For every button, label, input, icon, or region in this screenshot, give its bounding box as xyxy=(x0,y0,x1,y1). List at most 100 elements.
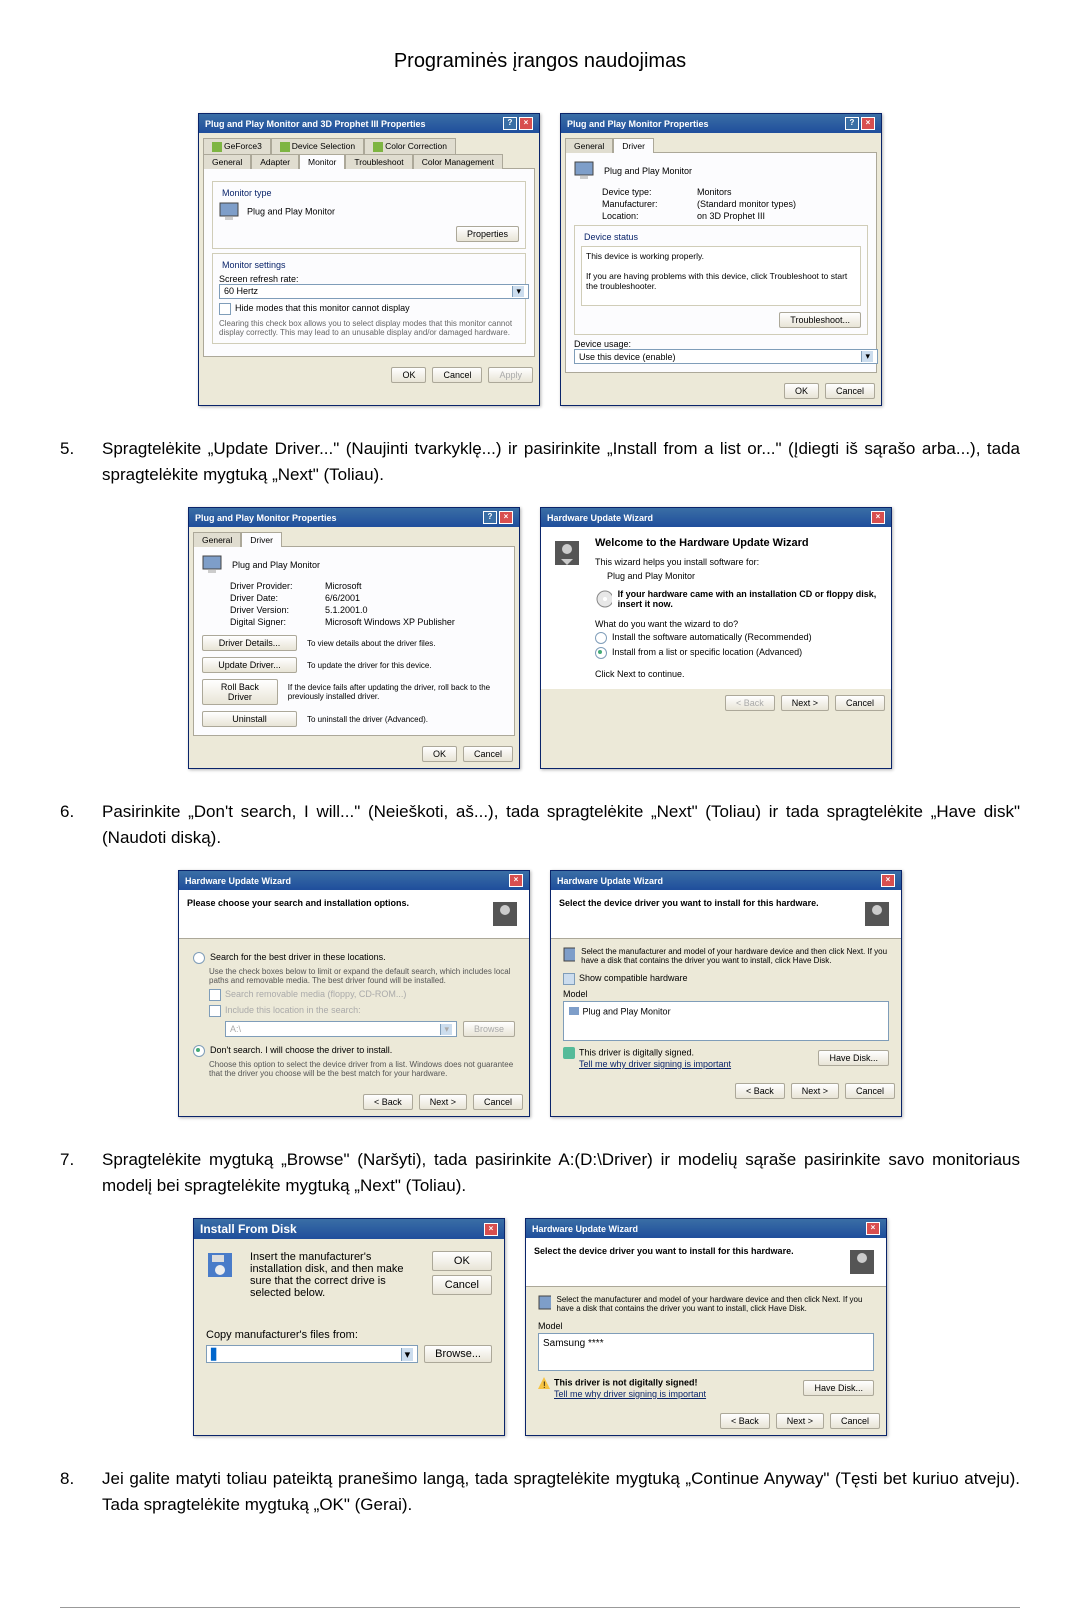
driver-details-button[interactable]: Driver Details... xyxy=(202,635,297,651)
signed-icon xyxy=(563,1047,575,1059)
hardware-wizard-welcome: Hardware Update Wizard× Welcome to the H… xyxy=(540,507,892,769)
back-button[interactable]: < Back xyxy=(363,1094,413,1110)
ok-button[interactable]: OK xyxy=(432,1251,492,1271)
tab-troubleshoot[interactable]: Troubleshoot xyxy=(345,154,412,169)
close-icon[interactable]: × xyxy=(881,874,895,887)
have-disk-button[interactable]: Have Disk... xyxy=(803,1380,874,1396)
model-list[interactable]: Plug and Play Monitor xyxy=(563,1001,889,1041)
step-text: Pasirinkite „Don't search, I will..." (N… xyxy=(102,799,1020,850)
update-desc: To update the driver for this device. xyxy=(307,661,432,670)
properties-button[interactable]: Properties xyxy=(456,226,519,242)
close-icon[interactable]: × xyxy=(509,874,523,887)
cancel-button[interactable]: Cancel xyxy=(432,367,482,383)
click-next-label: Click Next to continue. xyxy=(595,669,881,679)
close-icon[interactable]: × xyxy=(866,1222,880,1235)
titlebar: Plug and Play Monitor and 3D Prophet III… xyxy=(199,114,539,133)
ok-button[interactable]: OK xyxy=(784,383,819,399)
search-radio[interactable] xyxy=(193,952,205,964)
update-driver-button[interactable]: Update Driver... xyxy=(202,657,297,673)
tab-general[interactable]: General xyxy=(193,532,241,547)
cd-instruction: If your hardware came with an installati… xyxy=(618,589,881,609)
refresh-rate-select[interactable]: 60 Hertz▾ xyxy=(219,284,529,299)
close-icon[interactable]: × xyxy=(484,1223,498,1236)
model-list[interactable]: Samsung **** xyxy=(538,1333,874,1371)
monitor-settings-label: Monitor settings xyxy=(219,260,289,270)
close-icon[interactable]: × xyxy=(519,117,533,130)
search-options-dialog: Hardware Update Wizard× Please choose yo… xyxy=(178,870,530,1117)
back-button[interactable]: < Back xyxy=(720,1413,770,1429)
date-label: Driver Date: xyxy=(230,593,325,603)
include-location-checkbox xyxy=(209,1005,221,1017)
step-text: Jei galite matyti toliau pateiktą praneš… xyxy=(102,1466,1020,1517)
wizard-icon xyxy=(846,1246,878,1278)
hide-modes-checkbox[interactable] xyxy=(219,303,231,315)
location-label: Location: xyxy=(602,211,697,221)
search-desc: Use the check boxes below to limit or ex… xyxy=(209,967,515,985)
signing-link[interactable]: Tell me why driver signing is important xyxy=(554,1389,706,1399)
tab-geforce[interactable]: GeForce3 xyxy=(203,138,271,154)
troubleshoot-button[interactable]: Troubleshoot... xyxy=(779,312,861,328)
install-from-disk-dialog: Install From Disk× Insert the manufactur… xyxy=(193,1218,505,1436)
help-icon[interactable]: ? xyxy=(503,117,517,130)
tab-monitor[interactable]: Monitor xyxy=(299,154,345,169)
signing-link[interactable]: Tell me why driver signing is important xyxy=(579,1059,731,1069)
install-auto-radio[interactable] xyxy=(595,632,607,644)
tab-general[interactable]: General xyxy=(203,154,251,169)
dont-search-radio[interactable] xyxy=(193,1045,205,1057)
close-icon[interactable]: × xyxy=(871,511,885,524)
next-button[interactable]: Next > xyxy=(791,1083,839,1099)
tab-general[interactable]: General xyxy=(565,138,613,153)
cancel-button[interactable]: Cancel xyxy=(825,383,875,399)
close-icon[interactable]: × xyxy=(499,511,513,524)
help-icon[interactable]: ? xyxy=(483,511,497,524)
dont-search-label: Don't search. I will choose the driver t… xyxy=(210,1045,392,1055)
cancel-button[interactable]: Cancel xyxy=(432,1275,492,1295)
tab-color-management[interactable]: Color Management xyxy=(413,154,503,169)
uninstall-button[interactable]: Uninstall xyxy=(202,711,297,727)
ok-button[interactable]: OK xyxy=(391,367,426,383)
select-driver-dialog: Hardware Update Wizard× Select the devic… xyxy=(550,870,902,1117)
compatible-label: Show compatible hardware xyxy=(579,973,688,983)
back-button[interactable]: < Back xyxy=(725,695,775,711)
next-button[interactable]: Next > xyxy=(776,1413,824,1429)
cancel-button[interactable]: Cancel xyxy=(830,1413,880,1429)
device-usage-label: Device usage: xyxy=(574,339,868,349)
select-desc: Select the manufacturer and model of you… xyxy=(557,1295,875,1315)
cancel-button[interactable]: Cancel xyxy=(835,695,885,711)
tab-adapter[interactable]: Adapter xyxy=(251,154,299,169)
install-list-radio[interactable] xyxy=(595,647,607,659)
next-button[interactable]: Next > xyxy=(419,1094,467,1110)
tab-color-correction[interactable]: Color Correction xyxy=(364,138,456,154)
have-disk-button[interactable]: Have Disk... xyxy=(818,1050,889,1066)
device-usage-select[interactable]: Use this device (enable)▾ xyxy=(574,349,878,364)
wizard-icon xyxy=(861,898,893,930)
path-select[interactable]: ▋▾ xyxy=(206,1345,418,1363)
install-desc: Insert the manufacturer's installation d… xyxy=(250,1251,422,1299)
back-button[interactable]: < Back xyxy=(735,1083,785,1099)
wizard-heading: Select the device driver you want to ins… xyxy=(534,1246,836,1278)
apply-button[interactable]: Apply xyxy=(488,367,533,383)
tab-driver[interactable]: Driver xyxy=(241,532,282,547)
location-value: on 3D Prophet III xyxy=(697,211,765,221)
cancel-button[interactable]: Cancel xyxy=(845,1083,895,1099)
path-select: A:\▾ xyxy=(225,1021,457,1037)
browse-button[interactable]: Browse... xyxy=(424,1345,492,1363)
cancel-button[interactable]: Cancel xyxy=(463,746,513,762)
warning-icon: ! xyxy=(538,1377,550,1389)
help-icon[interactable]: ? xyxy=(845,117,859,130)
device-name: Plug and Play Monitor xyxy=(604,166,692,176)
cancel-button[interactable]: Cancel xyxy=(473,1094,523,1110)
wizard-icon xyxy=(489,898,521,930)
device-status-text: This device is working properly. xyxy=(586,251,856,261)
close-icon[interactable]: × xyxy=(861,117,875,130)
device-status-label: Device status xyxy=(581,232,641,242)
rollback-button[interactable]: Roll Back Driver xyxy=(202,679,278,705)
manufacturer-label: Manufacturer: xyxy=(602,199,697,209)
compatible-checkbox[interactable] xyxy=(563,973,575,985)
hide-modes-label: Hide modes that this monitor cannot disp… xyxy=(235,303,410,313)
next-button[interactable]: Next > xyxy=(781,695,829,711)
monitor-icon xyxy=(219,202,241,222)
tab-driver[interactable]: Driver xyxy=(613,138,654,153)
ok-button[interactable]: OK xyxy=(422,746,457,762)
tab-device-selection[interactable]: Device Selection xyxy=(271,138,364,154)
